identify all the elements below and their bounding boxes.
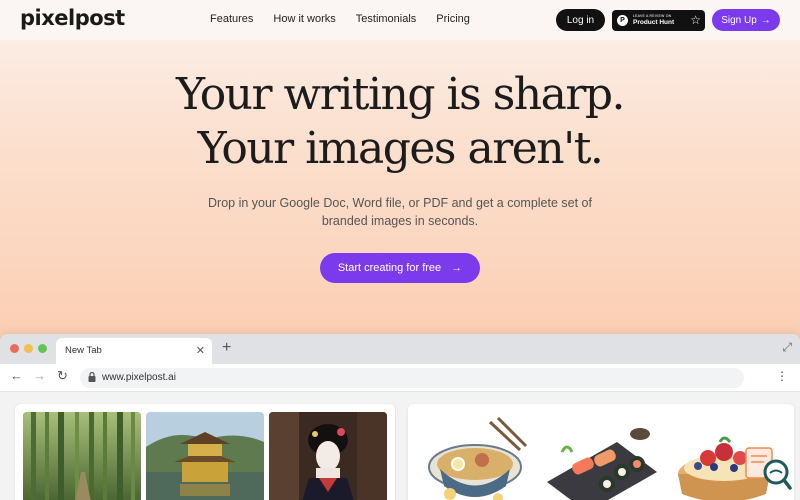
- golden-pavilion-photo: [146, 412, 264, 500]
- browser-mockup: New Tab ✕ + ⤢ ← → ↻ www.pixelpost.ai ⋮: [0, 334, 800, 500]
- signup-button[interactable]: Sign Up →: [712, 9, 780, 31]
- hero-title-line-1: Your writing is sharp.: [175, 69, 626, 120]
- hero-title-line-2: Your images aren't.: [197, 123, 604, 174]
- nav-link-features[interactable]: Features: [210, 13, 253, 25]
- product-hunt-badge[interactable]: P LEAVE A REVIEW ON Product Hunt ☆: [612, 10, 705, 31]
- bamboo-photo: [23, 412, 141, 500]
- back-icon[interactable]: ←: [10, 368, 23, 383]
- nav-link-pricing[interactable]: Pricing: [436, 13, 470, 25]
- url-text: www.pixelpost.ai: [102, 372, 176, 383]
- close-icon[interactable]: ✕: [196, 344, 205, 357]
- sushi-illustration: [542, 412, 662, 500]
- ramen-illustration: [420, 412, 540, 500]
- reload-icon[interactable]: ↻: [57, 368, 68, 384]
- browser-tab[interactable]: New Tab ✕: [56, 338, 212, 364]
- top-nav: pixelpost Features How it works Testimon…: [0, 0, 800, 40]
- forward-icon[interactable]: →: [33, 368, 46, 383]
- start-creating-button[interactable]: Start creating for free →: [320, 253, 480, 283]
- close-window-dot: [10, 344, 19, 353]
- maximize-window-dot: [38, 344, 47, 353]
- geisha-photo: [269, 412, 387, 500]
- tab-title: New Tab: [65, 345, 102, 356]
- cta-label: Start creating for free: [337, 262, 442, 274]
- illustration-card: [408, 404, 794, 500]
- nav-link-how-it-works[interactable]: How it works: [273, 13, 335, 25]
- nav-link-testimonials[interactable]: Testimonials: [356, 13, 417, 25]
- signup-label: Sign Up: [721, 14, 757, 26]
- photo-card: [15, 404, 395, 500]
- hero-title: Your writing is sharp. Your images aren'…: [0, 68, 800, 176]
- plus-icon[interactable]: +: [222, 339, 231, 357]
- star-icon: ☆: [690, 13, 701, 27]
- logo[interactable]: pixelpost: [20, 6, 125, 30]
- expand-icon[interactable]: ⤢: [782, 340, 792, 355]
- arrow-right-icon: →: [760, 14, 771, 26]
- browser-tabstrip: New Tab ✕ + ⤢: [0, 334, 800, 364]
- product-hunt-caption: LEAVE A REVIEW ON: [633, 14, 672, 18]
- product-hunt-icon: P: [617, 15, 628, 26]
- hero-subtitle: Drop in your Google Doc, Word file, or P…: [208, 196, 592, 228]
- kebab-icon[interactable]: ⋮: [776, 369, 788, 383]
- login-button[interactable]: Log in: [556, 9, 605, 31]
- chat-icon[interactable]: [744, 444, 792, 492]
- minimize-window-dot: [24, 344, 33, 353]
- lock-icon: [88, 372, 96, 382]
- browser-content: [0, 392, 800, 500]
- arrow-right-icon: →: [451, 262, 463, 274]
- address-bar[interactable]: www.pixelpost.ai: [80, 368, 744, 388]
- nav-links: Features How it works Testimonials Prici…: [210, 13, 470, 25]
- product-hunt-label: Product Hunt: [633, 18, 675, 26]
- browser-toolbar: ← → ↻ www.pixelpost.ai ⋮: [0, 364, 800, 392]
